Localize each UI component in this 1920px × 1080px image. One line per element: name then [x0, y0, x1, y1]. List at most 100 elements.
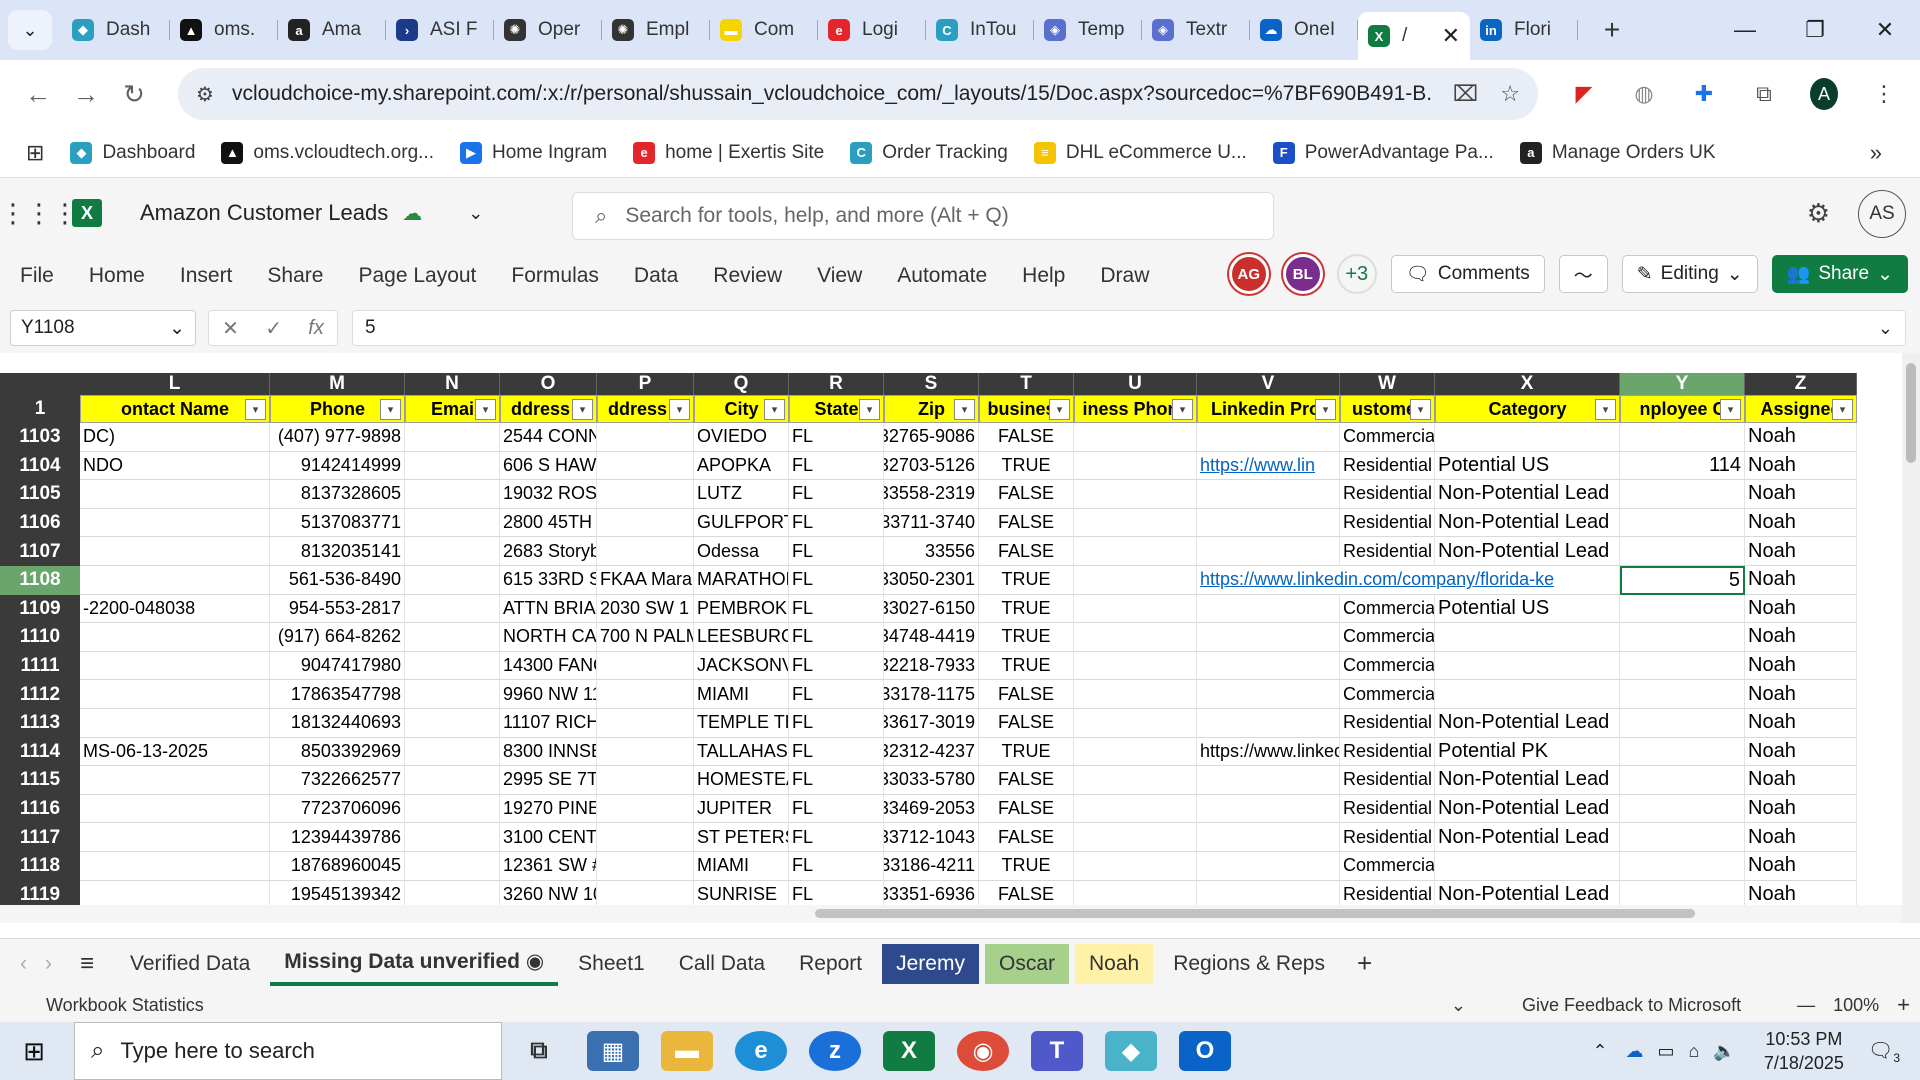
header-cell-n[interactable]: Emai ▾	[405, 395, 500, 423]
cell-q[interactable]: TALLAHAS	[694, 737, 789, 767]
cell-u[interactable]	[1074, 537, 1197, 566]
ribbon-tab[interactable]: Insert	[180, 264, 233, 288]
cell-p[interactable]	[597, 451, 694, 481]
cell-w[interactable]: Residential	[1340, 480, 1435, 509]
cell-o[interactable]: ATTN BRIA	[500, 594, 597, 624]
search-box[interactable]: ⌕ Search for tools, help, and more (Alt …	[572, 192, 1274, 240]
outlook-icon[interactable]: O	[1179, 1031, 1231, 1071]
row-header[interactable]: 1104	[0, 451, 80, 481]
document-title[interactable]: Amazon Customer Leads	[140, 200, 388, 226]
cell-n[interactable]	[405, 680, 500, 709]
header-cell-m[interactable]: Phone ▾	[270, 395, 405, 423]
cell-l[interactable]	[80, 566, 270, 595]
cell-l[interactable]	[80, 508, 270, 538]
cell-r[interactable]: FL	[789, 480, 884, 509]
cell-v[interactable]	[1197, 480, 1340, 509]
cell-x[interactable]: Non-Potential Lead	[1435, 766, 1620, 795]
cell-r[interactable]: FL	[789, 451, 884, 481]
cell-y[interactable]	[1620, 680, 1745, 709]
cell-y[interactable]	[1620, 594, 1745, 624]
sheet-tab[interactable]: Oscar	[984, 943, 1069, 984]
cell-v[interactable]	[1197, 680, 1340, 709]
header-cell-r[interactable]: State ▾	[789, 395, 884, 423]
app-launcher-icon[interactable]: ⋮⋮⋮	[0, 198, 78, 229]
sheet-tab[interactable]: Regions & Reps	[1159, 944, 1339, 984]
browser-tab[interactable]: ◆ Dash	[62, 10, 170, 50]
cell-o[interactable]: 19270 PINETREE DR	[500, 794, 597, 824]
cell-m[interactable]: 8137328605	[270, 480, 405, 509]
settings-gear-icon[interactable]: ⚙	[1807, 198, 1830, 229]
cell-y[interactable]	[1620, 709, 1745, 738]
add-sheet-button[interactable]: +	[1357, 948, 1372, 979]
next-sheet-icon[interactable]: ›	[45, 952, 52, 976]
globe-extension-icon[interactable]: ◍	[1630, 80, 1658, 108]
cell-v[interactable]	[1197, 623, 1340, 652]
sheet-tab[interactable]: Report	[785, 944, 876, 984]
cell-o[interactable]: 2800 45TH ST S	[500, 508, 597, 538]
cell-r[interactable]: FL	[789, 594, 884, 624]
status-chevron-icon[interactable]: ⌄	[1451, 995, 1466, 1016]
cell-n[interactable]	[405, 823, 500, 852]
cell-w[interactable]: Residential	[1340, 451, 1435, 481]
workbook-statistics[interactable]: Workbook Statistics	[46, 995, 204, 1016]
row-header[interactable]: 1	[0, 395, 80, 423]
header-cell-u[interactable]: iness Phone ▾	[1074, 395, 1197, 423]
cell-x[interactable]	[1435, 852, 1620, 881]
cell-w[interactable]: Commercial	[1340, 423, 1435, 452]
column-header-x[interactable]: X	[1435, 373, 1620, 395]
header-cell-y[interactable]: nployee C ▾	[1620, 395, 1745, 423]
column-header-s[interactable]: S	[884, 373, 979, 395]
sheet-tab[interactable]: Jeremy	[882, 943, 979, 984]
row-header[interactable]: 1114	[0, 737, 80, 767]
header-cell-s[interactable]: Zip ▾	[884, 395, 979, 423]
cell-m[interactable]: 12394439786	[270, 823, 405, 852]
sheet-tab[interactable]: Call Data	[665, 944, 779, 984]
cell-s[interactable]: 32312-4237	[884, 737, 979, 767]
row-header[interactable]: 1108	[0, 566, 80, 595]
browser-tab[interactable]: e Logi	[818, 10, 926, 50]
clock[interactable]: 10:53 PM 7/18/2025	[1764, 1027, 1844, 1075]
cell-m[interactable]: 9047417980	[270, 651, 405, 681]
cell-w[interactable]: Residential	[1340, 709, 1435, 738]
cell-u[interactable]	[1074, 852, 1197, 881]
sheet-tab[interactable]: Noah	[1075, 943, 1154, 984]
filter-dropdown-icon[interactable]: ▾	[572, 399, 593, 420]
cell-y[interactable]: 114	[1620, 451, 1745, 481]
cell-q[interactable]: MIAMI	[694, 680, 789, 709]
cell-n[interactable]	[405, 766, 500, 795]
cell-z[interactable]: Noah	[1745, 480, 1857, 509]
cell-t[interactable]: TRUE	[979, 623, 1074, 652]
column-header-q[interactable]: Q	[694, 373, 789, 395]
row-header[interactable]: 1107	[0, 537, 80, 566]
cell-y[interactable]	[1620, 623, 1745, 652]
cell-s[interactable]: 34748-4419	[884, 623, 979, 652]
cell-v[interactable]	[1197, 651, 1340, 681]
ribbon-tab[interactable]: Automate	[897, 264, 987, 288]
cell-q[interactable]: LEESBURG	[694, 623, 789, 652]
cell-z[interactable]: Noah	[1745, 451, 1857, 481]
cell-q[interactable]: OVIEDO	[694, 423, 789, 452]
header-cell-z[interactable]: Assigned ▾	[1745, 395, 1857, 423]
ribbon-tab[interactable]: Draw	[1100, 264, 1149, 288]
cell-q[interactable]: APOPKA	[694, 451, 789, 481]
tab-search-dropdown[interactable]: ⌄	[8, 10, 52, 50]
cell-t[interactable]: TRUE	[979, 566, 1074, 595]
feedback-link[interactable]: Give Feedback to Microsoft	[1522, 995, 1741, 1016]
cell-w[interactable]: Residential	[1340, 766, 1435, 795]
cell-p[interactable]	[597, 537, 694, 566]
zoom-icon[interactable]: z	[809, 1031, 861, 1071]
windows-start-icon[interactable]: ⊞	[0, 1036, 68, 1067]
vertical-scrollbar[interactable]	[1902, 353, 1920, 923]
filter-dropdown-icon[interactable]: ▾	[1410, 399, 1431, 420]
cell-r[interactable]: FL	[789, 651, 884, 681]
cell-v[interactable]	[1197, 709, 1340, 738]
cell-z[interactable]: Noah	[1745, 423, 1857, 452]
cell-s[interactable]: 32218-7933	[884, 651, 979, 681]
cell-v[interactable]	[1197, 766, 1340, 795]
cell-m[interactable]: 7723706096	[270, 794, 405, 824]
filter-dropdown-icon[interactable]: ▾	[245, 399, 266, 420]
cell-y[interactable]	[1620, 766, 1745, 795]
ribbon-tab[interactable]: View	[817, 264, 862, 288]
browser-tab[interactable]: ☁ OneI	[1250, 10, 1358, 50]
cell-t[interactable]: FALSE	[979, 794, 1074, 824]
